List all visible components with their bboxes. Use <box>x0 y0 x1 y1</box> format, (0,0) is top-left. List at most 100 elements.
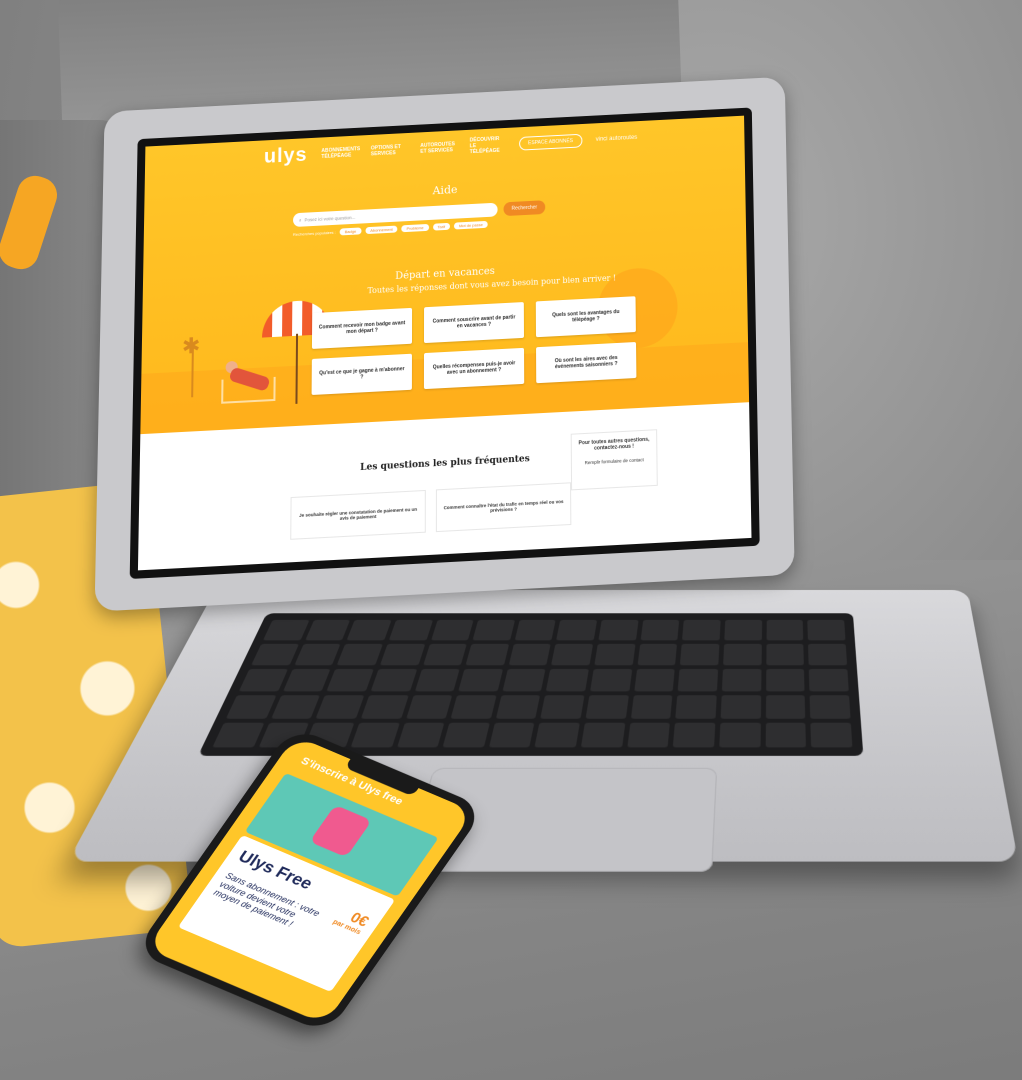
chip-badge[interactable]: Badge <box>339 227 362 236</box>
chip-probleme[interactable]: Problème <box>401 223 429 233</box>
keyboard-key <box>388 619 433 641</box>
keyboard-key <box>810 722 853 748</box>
keyboard-key <box>634 668 676 692</box>
keyboard-key <box>405 695 453 719</box>
keyboard-key <box>678 668 719 692</box>
keyboard-key <box>430 619 474 641</box>
keyboard-key <box>720 695 761 719</box>
keyboard-key <box>724 619 762 641</box>
nav-item-abonnements[interactable]: ABONNEMENTS TÉLÉPÉAGE <box>321 146 360 160</box>
keyboard-key <box>315 695 365 719</box>
keyboard-key <box>262 619 310 641</box>
search-icon: ⌕ <box>299 217 302 223</box>
keyboard-key <box>640 619 680 641</box>
keyboard-key <box>282 668 331 692</box>
contact-link[interactable]: Remplir formulaire de contact <box>585 457 644 465</box>
keyboard-key <box>450 695 497 719</box>
keyboard-key <box>637 643 678 666</box>
keyboard-key <box>546 668 590 692</box>
keyboard-key <box>556 619 598 641</box>
keyboard-key <box>238 668 288 692</box>
keyboard-key <box>719 722 761 748</box>
chip-abonnement[interactable]: Abonnement <box>365 225 398 235</box>
keyboard-key <box>495 695 541 719</box>
keyboard-key <box>590 668 633 692</box>
keyboard-key <box>336 643 383 666</box>
question-card[interactable]: Quels sont les avantages du télépéage ? <box>535 296 636 338</box>
keyboard-key <box>370 668 417 692</box>
keyboard-key <box>458 668 503 692</box>
contact-card: Pour toutes autres questions, contactez-… <box>570 429 658 491</box>
keyboard-key <box>379 643 425 666</box>
faq-card[interactable]: Comment connaître l'état du trafic en te… <box>435 482 572 533</box>
keyboard-key <box>488 722 535 748</box>
hero-banner: ulys ABONNEMENTS TÉLÉPÉAGE OPTIONS ET SE… <box>140 115 750 435</box>
question-card[interactable]: Où sont les aires avec des événements sa… <box>536 341 637 384</box>
photo-scene: ulys ABONNEMENTS TÉLÉPÉAGE OPTIONS ET SE… <box>0 0 1022 1080</box>
vacation-questions: Comment recevoir mon badge avant mon dép… <box>311 296 643 396</box>
keyboard-key <box>594 643 636 666</box>
question-card[interactable]: Quelles récompenses puis-je avoir avec u… <box>423 347 525 390</box>
laptop-lid: ulys ABONNEMENTS TÉLÉPÉAGE OPTIONS ET SE… <box>94 76 795 612</box>
keyboard-key <box>360 695 409 719</box>
faq-list: Je souhaite régler une constatation de p… <box>290 482 572 540</box>
keyboard-key <box>585 695 629 719</box>
keyboard-key <box>682 619 721 641</box>
nav-item-options[interactable]: OPTIONS ET SERVICES <box>371 144 407 157</box>
keyboard-key <box>721 668 762 692</box>
keyboard-key <box>581 722 626 748</box>
keyboard-key <box>422 643 467 666</box>
palm-tree-icon <box>181 337 204 398</box>
search-placeholder: Posez ici votre question... <box>304 214 356 223</box>
keyboard-key <box>723 643 762 666</box>
chip-tarif[interactable]: Tarif <box>432 222 451 231</box>
keyboard-key <box>598 619 639 641</box>
keyboard-key <box>534 722 581 748</box>
question-card[interactable]: Comment souscrire avant de partir en vac… <box>423 302 524 344</box>
keyboard-key <box>765 722 807 748</box>
account-button[interactable]: ESPACE ABONNÉS <box>519 133 582 151</box>
keyboard-key <box>251 643 299 666</box>
keyboard-key <box>442 722 490 748</box>
nav-item-decouvrir[interactable]: DÉCOUVRIR LE TÉLÉPÉAGE <box>470 136 506 155</box>
keyboard-key <box>765 668 805 692</box>
keyboard-key <box>809 695 851 719</box>
faq-title: Les questions les plus fréquentes <box>360 454 530 474</box>
partner-logo[interactable]: vinci autoroutes <box>596 135 638 143</box>
top-navigation: ulys ABONNEMENTS TÉLÉPÉAGE OPTIONS ET SE… <box>145 116 745 180</box>
chip-mot-de-passe[interactable]: Mot de passe <box>454 220 488 230</box>
keyboard-key <box>675 695 717 719</box>
keyboard-key <box>809 668 849 692</box>
keyboard-key <box>765 695 806 719</box>
nav-item-autoroutes[interactable]: AUTOROUTES ET SERVICES <box>420 141 456 154</box>
laptop-base <box>67 589 1019 872</box>
keyboard-key <box>630 695 673 719</box>
keyboard-key <box>680 643 720 666</box>
contact-title: Pour toutes autres questions, contactez-… <box>578 436 650 452</box>
keyboard-key <box>540 695 585 719</box>
keyboard-key <box>673 722 716 748</box>
keyboard-key <box>304 619 351 641</box>
keyboard-key <box>326 668 374 692</box>
search-button[interactable]: Rechercher <box>503 200 546 217</box>
keyboard-key <box>225 695 277 719</box>
keyboard-key <box>627 722 671 748</box>
keyboard-key <box>294 643 341 666</box>
keyboard-key <box>808 643 848 666</box>
keyboard-key <box>350 722 400 748</box>
faq-card[interactable]: Je souhaite régler une constatation de p… <box>290 489 426 540</box>
keyboard-key <box>270 695 321 719</box>
keyboard-key <box>766 643 805 666</box>
question-card[interactable]: Comment recevoir mon badge avant mon dép… <box>311 307 413 349</box>
keyboard-key <box>346 619 392 641</box>
keyboard-key <box>414 668 460 692</box>
keyboard-key <box>465 643 510 666</box>
help-search: ⌕ Posez ici votre question... Rechercher <box>293 200 546 228</box>
keyboard-key <box>508 643 552 666</box>
ulys-logo[interactable]: ulys <box>264 144 308 169</box>
vacationer-illustration <box>221 359 282 408</box>
keyboard-key <box>502 668 546 692</box>
question-card[interactable]: Qu'est ce que je gagne à m'abonner ? <box>311 353 412 396</box>
keyboard-key <box>396 722 445 748</box>
laptop-bezel: ulys ABONNEMENTS TÉLÉPÉAGE OPTIONS ET SE… <box>129 107 760 580</box>
